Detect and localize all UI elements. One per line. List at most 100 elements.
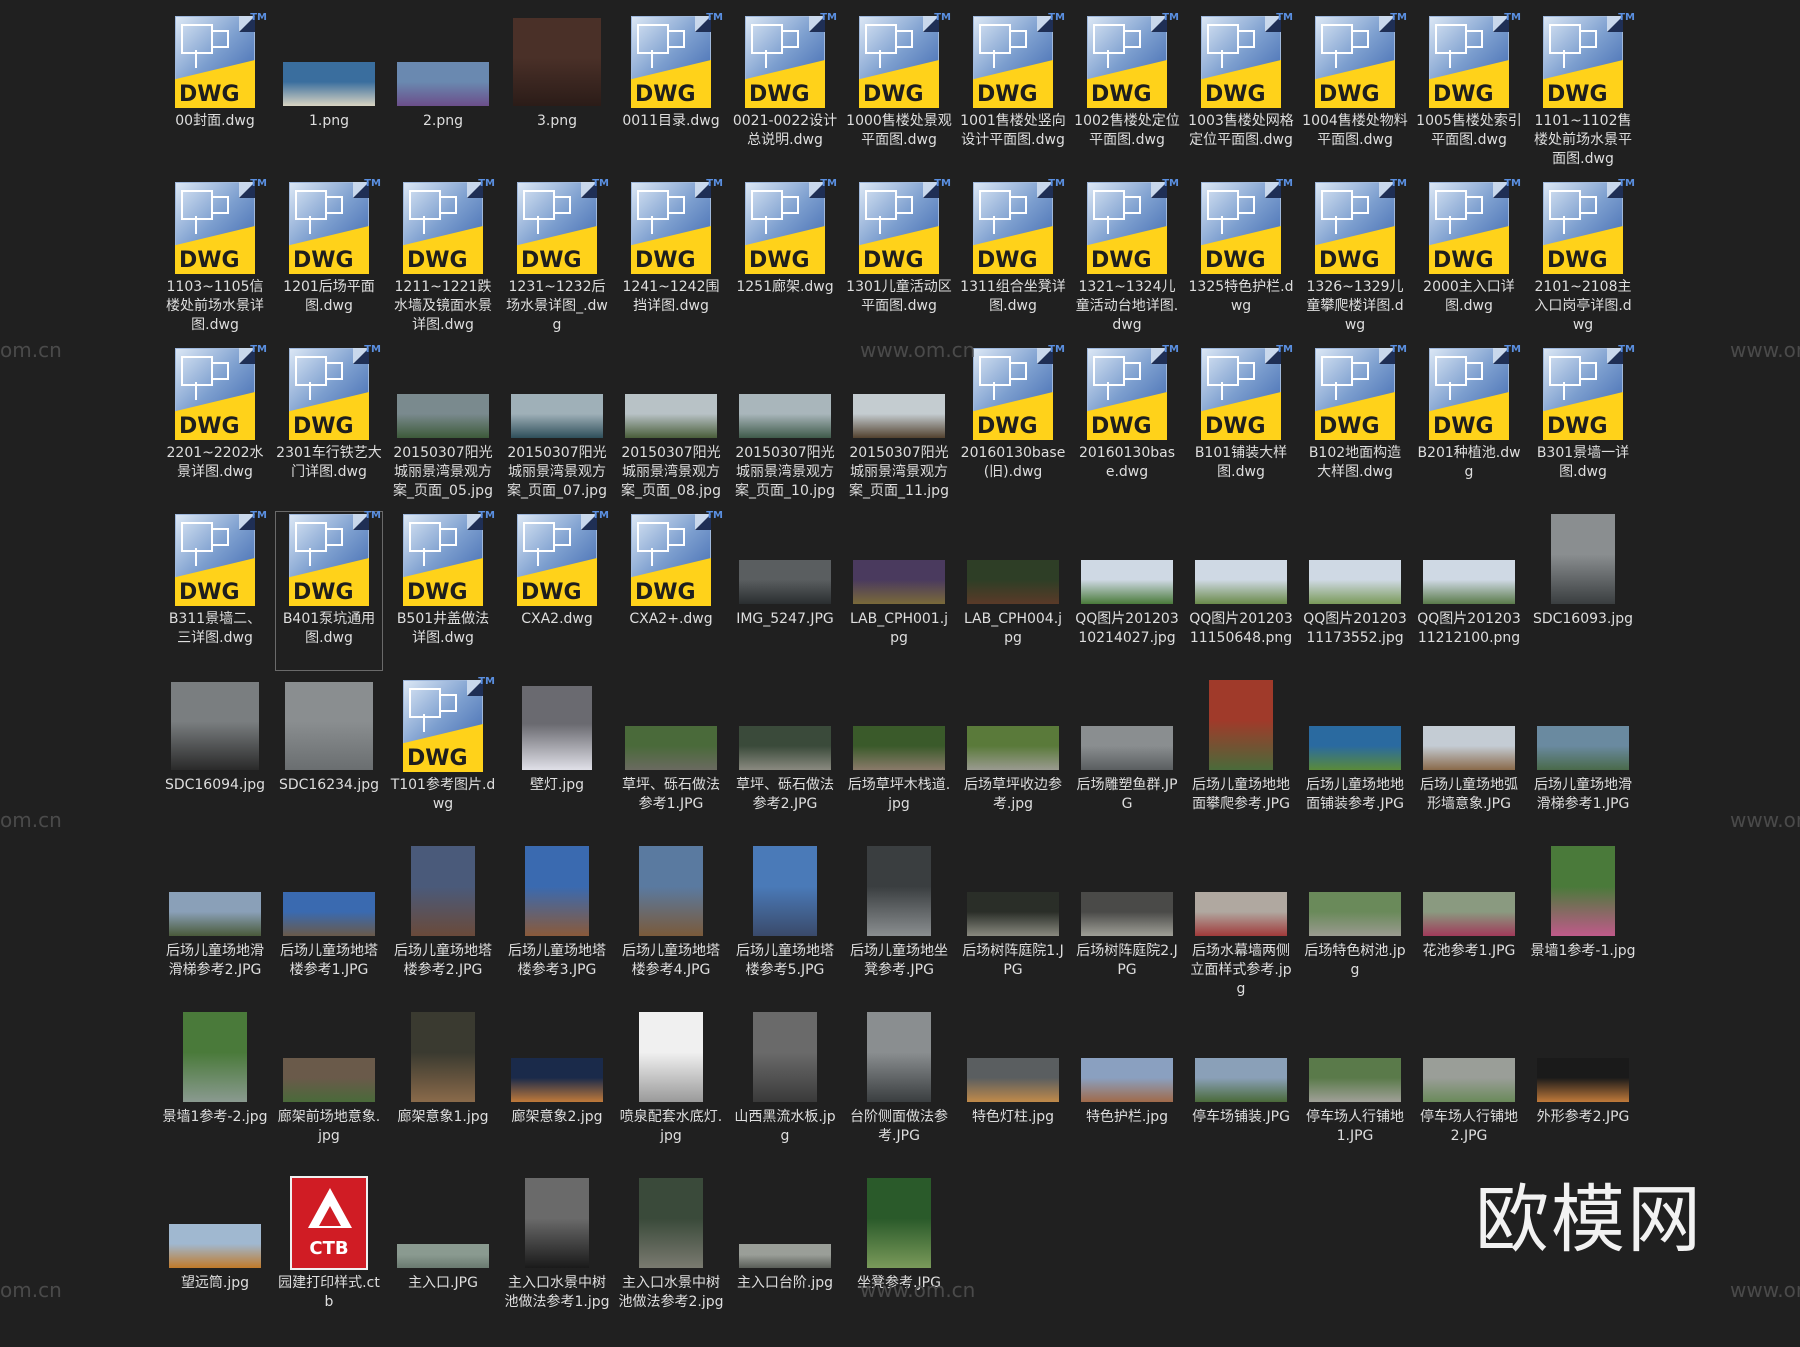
image-thumbnail [281, 678, 377, 774]
file-item[interactable]: QQ图片20120311173552.jpg [1298, 508, 1412, 674]
file-item[interactable]: SDC16234.jpg [272, 674, 386, 840]
file-item[interactable]: 后场儿童场地滑滑梯参考1.JPG [1526, 674, 1640, 840]
file-item[interactable]: 停车场铺装.JPG [1184, 1006, 1298, 1172]
file-item[interactable]: 后场草坪收边参考.jpg [956, 674, 1070, 840]
file-item[interactable]: 后场树阵庭院1.JPG [956, 840, 1070, 1006]
file-item[interactable]: DWG TM 1211~1221跌水墙及镜面水景详图.dwg [386, 176, 500, 342]
file-item[interactable]: DWG TM T101参考图片.dwg [386, 674, 500, 840]
file-item[interactable]: LAB_CPH004.jpg [956, 508, 1070, 674]
file-item[interactable]: 后场草坪木栈道.jpg [842, 674, 956, 840]
file-item[interactable]: DWG TM 1321~1324儿童活动台地详图.dwg [1070, 176, 1184, 342]
file-item[interactable]: DWG TM 2301车行铁艺大门详图.dwg [272, 342, 386, 508]
file-item[interactable]: 后场儿童场地地面攀爬参考.JPG [1184, 674, 1298, 840]
file-item[interactable]: DWG TM 2201~2202水景详图.dwg [158, 342, 272, 508]
file-item[interactable]: DWG TM 0021-0022设计总说明.dwg [728, 10, 842, 176]
file-item[interactable]: DWG TM 1101~1102售楼处前场水景平面图.dwg [1526, 10, 1640, 176]
file-item[interactable]: SDC16094.jpg [158, 674, 272, 840]
file-item[interactable]: 20150307阳光城丽景湾景观方案_页面_10.jpg [728, 342, 842, 508]
file-item[interactable]: DWG TM B301景墙一详图.dwg [1526, 342, 1640, 508]
file-item[interactable]: 后场树阵庭院2.JPG [1070, 840, 1184, 1006]
file-item[interactable]: 2.png [386, 10, 500, 176]
file-item[interactable]: 廊架前场地意象.jpg [272, 1006, 386, 1172]
file-item[interactable]: 主入口水景中树池做法参考1.jpg [500, 1172, 614, 1338]
file-item[interactable]: 望远筒.jpg [158, 1172, 272, 1338]
file-item[interactable]: 后场儿童场地坐凳参考.JPG [842, 840, 956, 1006]
file-item[interactable]: 主入口台阶.jpg [728, 1172, 842, 1338]
file-item[interactable]: DWG TM 1201后场平面图.dwg [272, 176, 386, 342]
file-item[interactable]: DWG TM 1326~1329儿童攀爬楼详图.dwg [1298, 176, 1412, 342]
file-item[interactable]: DWG TM CXA2.dwg [500, 508, 614, 674]
file-item[interactable]: DWG TM 1251廊架.dwg [728, 176, 842, 342]
file-item[interactable]: DWG TM B501井盖做法详图.dwg [386, 508, 500, 674]
file-item[interactable]: DWG TM B401泵坑通用图.dwg [272, 508, 386, 674]
file-name-label: 主入口台阶.jpg [736, 1275, 834, 1291]
file-item[interactable]: 后场特色树池.jpg [1298, 840, 1412, 1006]
file-item[interactable]: DWG TM 2101~2108主入口岗亭详图.dwg [1526, 176, 1640, 342]
file-item[interactable]: DWG TM 1231~1232后场水景详图_.dwg [500, 176, 614, 342]
file-item[interactable]: 坐凳参考.JPG [842, 1172, 956, 1338]
file-item[interactable]: 特色护栏.jpg [1070, 1006, 1184, 1172]
file-item[interactable]: 草坪、砾石做法参考2.JPG [728, 674, 842, 840]
file-item[interactable]: 廊架意象2.jpg [500, 1006, 614, 1172]
file-item[interactable]: 后场儿童场地塔楼参考3.JPG [500, 840, 614, 1006]
file-item[interactable]: QQ图片20120311212100.png [1412, 508, 1526, 674]
file-item[interactable]: DWG TM 1325特色护栏.dwg [1184, 176, 1298, 342]
file-item[interactable]: DWG TM 1301儿童活动区平面图.dwg [842, 176, 956, 342]
file-item[interactable]: 后场雕塑鱼群.JPG [1070, 674, 1184, 840]
file-item[interactable]: 廊架意象1.jpg [386, 1006, 500, 1172]
file-item[interactable]: 停车场人行铺地1.JPG [1298, 1006, 1412, 1172]
file-item[interactable]: DWG TM 20160130base(旧).dwg [956, 342, 1070, 508]
file-item[interactable]: DWG TM CXA2+.dwg [614, 508, 728, 674]
file-item[interactable]: 3.png [500, 10, 614, 176]
file-item[interactable]: 20150307阳光城丽景湾景观方案_页面_07.jpg [500, 342, 614, 508]
file-item[interactable]: DWG TM 1000售楼处景观平面图.dwg [842, 10, 956, 176]
file-item[interactable]: 后场儿童场地塔楼参考5.JPG [728, 840, 842, 1006]
file-item[interactable]: 20150307阳光城丽景湾景观方案_页面_11.jpg [842, 342, 956, 508]
file-item[interactable]: 花池参考1.JPG [1412, 840, 1526, 1006]
file-item[interactable]: 20150307阳光城丽景湾景观方案_页面_05.jpg [386, 342, 500, 508]
file-item[interactable]: 后场儿童场地塔楼参考4.JPG [614, 840, 728, 1006]
file-item[interactable]: 壁灯.jpg [500, 674, 614, 840]
file-item[interactable]: 后场儿童场地滑滑梯参考2.JPG [158, 840, 272, 1006]
file-item[interactable]: 停车场人行铺地2.JPG [1412, 1006, 1526, 1172]
file-item[interactable]: 20150307阳光城丽景湾景观方案_页面_08.jpg [614, 342, 728, 508]
file-item[interactable]: DWG TM B311景墙二、三详图.dwg [158, 508, 272, 674]
file-item[interactable]: 外形参考2.JPG [1526, 1006, 1640, 1172]
file-item[interactable]: DWG TM B101铺装大样图.dwg [1184, 342, 1298, 508]
file-item[interactable]: 喷泉配套水底灯.jpg [614, 1006, 728, 1172]
file-item[interactable]: DWG TM B102地面构造大样图.dwg [1298, 342, 1412, 508]
file-item[interactable]: DWG TM 20160130base.dwg [1070, 342, 1184, 508]
file-item[interactable]: 1.png [272, 10, 386, 176]
file-item[interactable]: SDC16093.jpg [1526, 508, 1640, 674]
file-item[interactable]: 后场儿童场地塔楼参考1.JPG [272, 840, 386, 1006]
file-item[interactable]: DWG TM 1311组合坐凳详图.dwg [956, 176, 1070, 342]
file-item[interactable]: 草坪、砾石做法参考1.JPG [614, 674, 728, 840]
file-item[interactable]: DWG TM 1103~1105信楼处前场水景详图.dwg [158, 176, 272, 342]
file-item[interactable]: DWG TM 0011目录.dwg [614, 10, 728, 176]
file-item[interactable]: QQ图片20120310214027.jpg [1070, 508, 1184, 674]
file-item[interactable]: 主入口水景中树池做法参考2.jpg [614, 1172, 728, 1338]
file-item[interactable]: DWG TM 1004售楼处物料平面图.dwg [1298, 10, 1412, 176]
file-item[interactable]: IMG_5247.JPG [728, 508, 842, 674]
file-item[interactable]: QQ图片20120311150648.png [1184, 508, 1298, 674]
file-item[interactable]: DWG TM 1002售楼处定位平面图.dwg [1070, 10, 1184, 176]
file-item[interactable]: 特色灯柱.jpg [956, 1006, 1070, 1172]
file-item[interactable]: 后场儿童场地地面铺装参考.JPG [1298, 674, 1412, 840]
file-item[interactable]: 景墙1参考-2.jpg [158, 1006, 272, 1172]
file-item[interactable]: 后场儿童场地弧形墙意象.JPG [1412, 674, 1526, 840]
file-item[interactable]: 后场儿童场地塔楼参考2.JPG [386, 840, 500, 1006]
file-item[interactable]: 台阶侧面做法参考.JPG [842, 1006, 956, 1172]
file-item[interactable]: DWG TM 1005售楼处索引平面图.dwg [1412, 10, 1526, 176]
file-item[interactable]: DWG TM 2000主入口详图.dwg [1412, 176, 1526, 342]
file-item[interactable]: 景墙1参考-1.jpg [1526, 840, 1640, 1006]
file-item[interactable]: 后场水幕墙两侧立面样式参考.jpg [1184, 840, 1298, 1006]
file-item[interactable]: 主入口.JPG [386, 1172, 500, 1338]
file-item[interactable]: DWG TM B201种植池.dwg [1412, 342, 1526, 508]
file-item[interactable]: DWG TM 1001售楼处竖向设计平面图.dwg [956, 10, 1070, 176]
file-item[interactable]: DWG TM 1003售楼处网格定位平面图.dwg [1184, 10, 1298, 176]
file-item[interactable]: 山西黑流水板.jpg [728, 1006, 842, 1172]
file-item[interactable]: DWG TM 1241~1242围挡详图.dwg [614, 176, 728, 342]
file-item[interactable]: LAB_CPH001.jpg [842, 508, 956, 674]
file-item[interactable]: CTB 园建打印样式.ctb [272, 1172, 386, 1338]
file-item[interactable]: DWG TM 00封面.dwg [158, 10, 272, 176]
